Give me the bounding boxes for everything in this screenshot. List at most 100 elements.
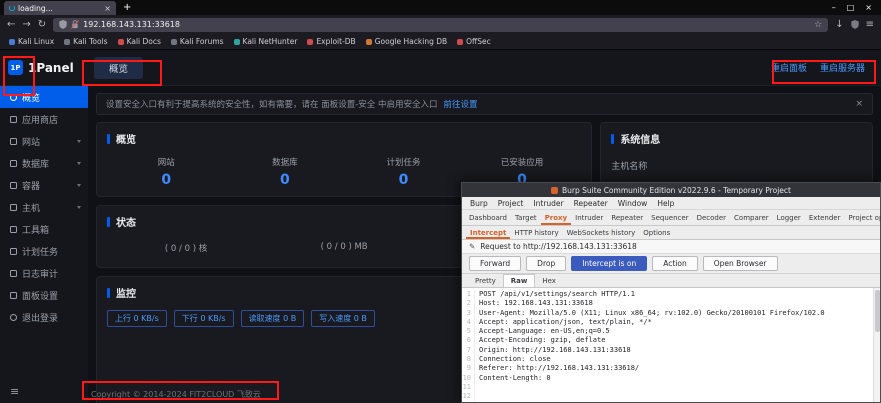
insecure-lock-icon[interactable] bbox=[71, 20, 79, 29]
bookmark-kali-linux[interactable]: Kali Linux bbox=[9, 37, 54, 46]
tab-repeater[interactable]: Repeater bbox=[607, 210, 647, 225]
stat-cronjobs[interactable]: 计划任务0 bbox=[344, 156, 463, 188]
onepanel-logo[interactable]: 1P 1Panel bbox=[0, 60, 92, 75]
chip-upload[interactable]: 上行 0 KB/s bbox=[107, 310, 167, 327]
menu-burp[interactable]: Burp bbox=[470, 199, 488, 208]
tab-project-options[interactable]: Project options bbox=[845, 210, 881, 225]
back-icon[interactable]: ← bbox=[7, 20, 15, 30]
bookmark-kali-nethunter[interactable]: Kali NetHunter bbox=[234, 37, 298, 46]
restart-panel-button[interactable]: 重启面板 bbox=[771, 61, 807, 74]
bookmark-offsec[interactable]: OffSec bbox=[457, 37, 491, 46]
sidebar-item-label: 主机 bbox=[22, 201, 40, 214]
view-hex[interactable]: Hex bbox=[535, 274, 563, 287]
burp-request-editor[interactable]: 1POST /api/v1/settings/search HTTP/1.1 2… bbox=[462, 288, 880, 402]
new-tab-button[interactable]: + bbox=[123, 2, 131, 13]
sidebar-item-website[interactable]: 网站 bbox=[0, 130, 88, 152]
tab-comparer[interactable]: Comparer bbox=[730, 210, 773, 225]
menu-repeater[interactable]: Repeater bbox=[574, 199, 608, 208]
window-close-button[interactable]: × bbox=[865, 3, 872, 12]
forward-icon[interactable]: → bbox=[22, 20, 30, 30]
copyright-text: Copyright © 2014-2024 FIT2CLOUD 飞致云 bbox=[91, 389, 261, 400]
bookmark-google-hacking-db[interactable]: Google Hacking DB bbox=[366, 37, 447, 46]
tab-proxy[interactable]: Proxy bbox=[541, 210, 571, 225]
header-tab-overview[interactable]: 概览 bbox=[94, 57, 143, 79]
burp-message-view-tabs: Pretty Raw Hex bbox=[462, 274, 880, 288]
sidebar-item-host[interactable]: 主机 bbox=[0, 196, 88, 218]
action-button[interactable]: Action bbox=[652, 256, 698, 271]
subtab-websockets-history[interactable]: WebSockets history bbox=[563, 226, 640, 239]
notice-close-icon[interactable]: × bbox=[855, 99, 863, 109]
menu-help[interactable]: Help bbox=[657, 199, 674, 208]
scrollbar[interactable] bbox=[873, 288, 880, 402]
sidebar-item-logout[interactable]: 退出登录 bbox=[0, 306, 88, 328]
tab-close-icon[interactable]: × bbox=[104, 4, 111, 13]
panel-settings-icon bbox=[10, 292, 17, 299]
tab-decoder[interactable]: Decoder bbox=[693, 210, 730, 225]
tab-sequencer[interactable]: Sequencer bbox=[647, 210, 692, 225]
burp-main-tabs: Dashboard Target Proxy Intruder Repeater… bbox=[462, 210, 880, 226]
sidebar-item-appstore[interactable]: 应用商店 bbox=[0, 108, 88, 130]
bookmark-kali-tools[interactable]: Kali Tools bbox=[64, 37, 107, 46]
sidebar-item-database[interactable]: 数据库 bbox=[0, 152, 88, 174]
browser-toolbar: ← → ↻ 192.168.143.131:33618 ☆ ↓ ≡ bbox=[0, 15, 881, 34]
stat-websites[interactable]: 网站0 bbox=[107, 156, 226, 188]
bookmark-kali-docs[interactable]: Kali Docs bbox=[118, 37, 161, 46]
chip-write-speed[interactable]: 写入速度 0 B bbox=[311, 310, 375, 327]
forward-button[interactable]: Forward bbox=[469, 256, 521, 271]
chip-read-speed[interactable]: 读取速度 0 B bbox=[241, 310, 305, 327]
menu-hamburger-icon[interactable]: ≡ bbox=[866, 20, 874, 30]
logout-icon bbox=[10, 314, 17, 321]
bookmark-exploit-db[interactable]: Exploit-DB bbox=[307, 37, 355, 46]
restart-server-button[interactable]: 重启服务器 bbox=[820, 61, 865, 74]
bookmark-favicon bbox=[64, 39, 70, 45]
sidebar-item-toolbox[interactable]: 工具箱 bbox=[0, 218, 88, 240]
sidebar-item-label: 概览 bbox=[22, 91, 40, 104]
tab-target[interactable]: Target bbox=[511, 210, 541, 225]
stat-label: 计划任务 bbox=[344, 156, 463, 168]
sidebar-item-cron[interactable]: 计划任务 bbox=[0, 240, 88, 262]
tab-logger[interactable]: Logger bbox=[773, 210, 805, 225]
url-bar[interactable]: 192.168.143.131:33618 ☆ bbox=[53, 18, 828, 32]
sidebar-item-label: 数据库 bbox=[22, 157, 49, 170]
bookmark-favicon bbox=[366, 39, 372, 45]
scrollbar-thumb[interactable] bbox=[875, 290, 880, 332]
bookmark-label: Kali Tools bbox=[73, 37, 107, 46]
view-raw[interactable]: Raw bbox=[503, 274, 536, 287]
tab-extender[interactable]: Extender bbox=[805, 210, 845, 225]
stat-databases[interactable]: 数据库0 bbox=[226, 156, 345, 188]
intercept-toggle-button[interactable]: Intercept is on bbox=[571, 256, 647, 271]
burp-window[interactable]: Burp Suite Community Edition v2022.9.6 -… bbox=[461, 182, 881, 403]
view-pretty[interactable]: Pretty bbox=[468, 274, 503, 287]
sidebar-item-panel-settings[interactable]: 面板设置 bbox=[0, 284, 88, 306]
bookmark-kali-forums[interactable]: Kali Forums bbox=[171, 37, 224, 46]
subtab-http-history[interactable]: HTTP history bbox=[510, 226, 562, 239]
window-maximize-button[interactable]: □ bbox=[847, 3, 855, 12]
shield-icon[interactable] bbox=[59, 20, 67, 29]
burp-titlebar[interactable]: Burp Suite Community Edition v2022.9.6 -… bbox=[462, 183, 880, 197]
sidebar-item-overview[interactable]: 概览 bbox=[0, 86, 88, 108]
drop-button[interactable]: Drop bbox=[526, 256, 566, 271]
sidebar-item-label: 应用商店 bbox=[22, 113, 58, 126]
bookmark-star-icon[interactable]: ☆ bbox=[814, 20, 822, 30]
subtab-intercept[interactable]: Intercept bbox=[466, 226, 510, 239]
sidebar-item-container[interactable]: 容器 bbox=[0, 174, 88, 196]
extensions-shield-icon[interactable] bbox=[851, 20, 859, 29]
save-page-icon[interactable]: ↓ bbox=[835, 20, 843, 30]
bookmark-favicon bbox=[171, 39, 177, 45]
edit-pencil-icon[interactable]: ✎ bbox=[469, 242, 475, 251]
open-browser-button[interactable]: Open Browser bbox=[703, 256, 778, 271]
sidebar-collapse-icon[interactable]: ≡ bbox=[10, 385, 19, 398]
subtab-options[interactable]: Options bbox=[639, 226, 674, 239]
menu-intruder[interactable]: Intruder bbox=[533, 199, 563, 208]
refresh-icon[interactable]: ↻ bbox=[38, 20, 46, 30]
browser-tab[interactable]: loading... × bbox=[4, 1, 116, 15]
tab-dashboard[interactable]: Dashboard bbox=[465, 210, 511, 225]
menu-project[interactable]: Project bbox=[498, 199, 524, 208]
notice-settings-link[interactable]: 前往设置 bbox=[443, 98, 477, 110]
tab-intruder[interactable]: Intruder bbox=[571, 210, 607, 225]
chip-download[interactable]: 下行 0 KB/s bbox=[174, 310, 234, 327]
menu-window[interactable]: Window bbox=[618, 199, 648, 208]
window-minimize-button[interactable]: – bbox=[832, 3, 836, 12]
sidebar-item-log-audit[interactable]: 日志审计 bbox=[0, 262, 88, 284]
log-audit-icon bbox=[10, 270, 17, 277]
